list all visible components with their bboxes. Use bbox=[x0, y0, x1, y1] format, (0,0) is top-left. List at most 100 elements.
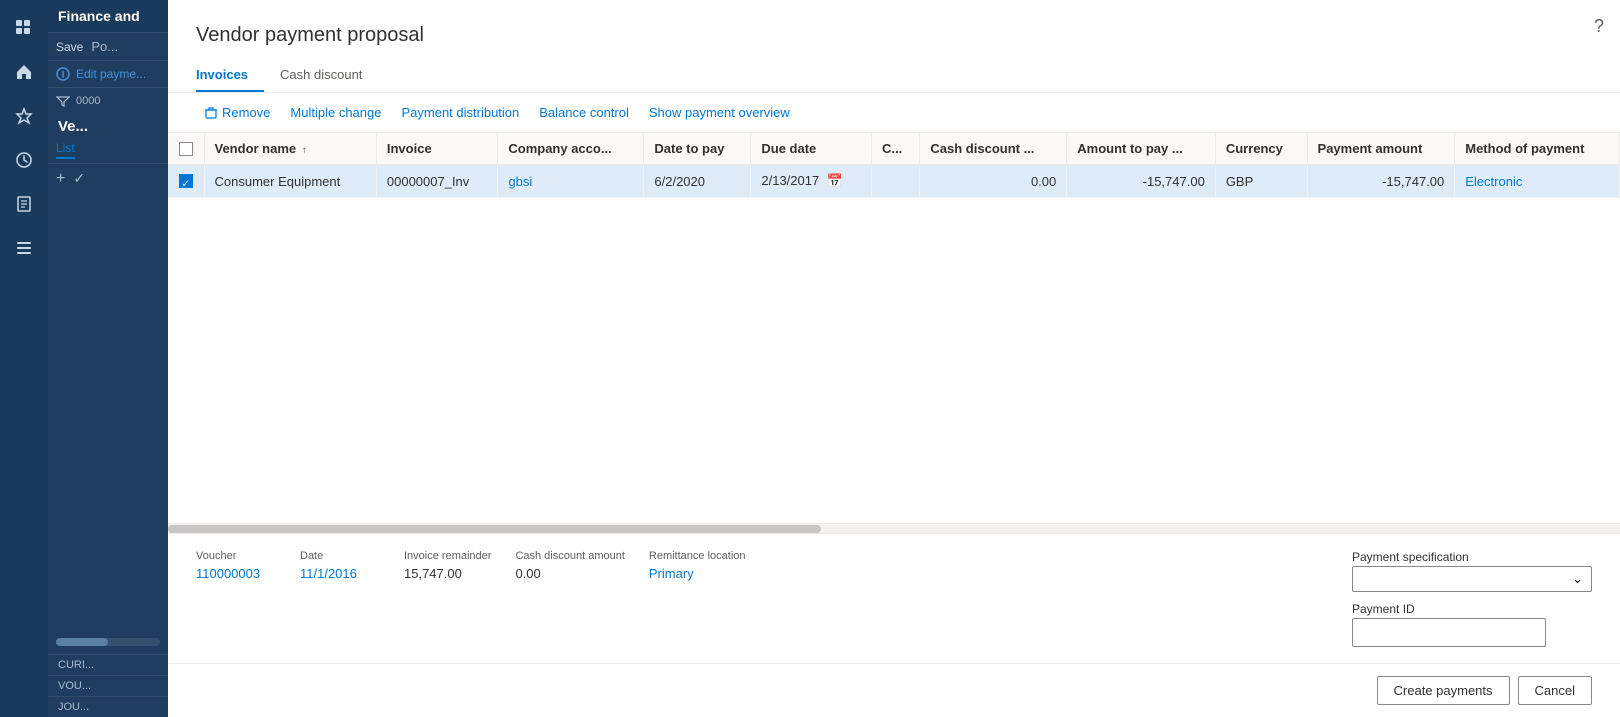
company-account-header[interactable]: Company acco... bbox=[498, 133, 644, 165]
save-btn[interactable]: Save bbox=[56, 40, 83, 54]
calendar-icon[interactable]: 📅 bbox=[827, 173, 843, 188]
payment-amount-header[interactable]: Payment amount bbox=[1307, 133, 1455, 165]
sidebar-panel: Finance and Save Po... Edit payme... 000… bbox=[48, 0, 168, 717]
payment-specification-label: Payment specification bbox=[1352, 550, 1592, 564]
remittance-location-label: Remittance location bbox=[649, 550, 746, 562]
detail-section: Voucher 110000003 Date 11/1/2016 Invoice… bbox=[168, 533, 1620, 663]
payment-specification-select[interactable]: ⌄ bbox=[1352, 566, 1592, 592]
tab-cash-discount[interactable]: Cash discount bbox=[280, 59, 378, 92]
cancel-button[interactable]: Cancel bbox=[1518, 676, 1592, 705]
list-tab[interactable]: List bbox=[56, 141, 75, 159]
payment-spec-value bbox=[1361, 572, 1365, 587]
invoice-cell: 00000007_Inv bbox=[376, 165, 497, 198]
create-payments-button[interactable]: Create payments bbox=[1377, 676, 1510, 705]
panel-title: Ve... bbox=[58, 118, 88, 135]
amount-to-pay-cell: -15,747.00 bbox=[1067, 165, 1216, 198]
invoice-header[interactable]: Invoice bbox=[376, 133, 497, 165]
c-header[interactable]: C... bbox=[871, 133, 919, 165]
panel-toolbar: Save Po... bbox=[48, 33, 168, 61]
cash-discount-cell: 0.00 bbox=[920, 165, 1067, 198]
invoices-table: Vendor name ↑ Invoice Company acco... Da… bbox=[168, 133, 1620, 198]
remittance-location-field: Remittance location Primary bbox=[649, 550, 746, 581]
modal-tabs: Invoices Cash discount bbox=[168, 59, 1620, 93]
filter-icon[interactable] bbox=[56, 94, 70, 108]
payment-id-field: Payment ID bbox=[1352, 602, 1592, 647]
cash-discount-amount-value: 0.00 bbox=[515, 566, 624, 581]
detail-row-1: Voucher 110000003 Date 11/1/2016 Invoice… bbox=[196, 550, 1592, 647]
show-payment-overview-btn[interactable]: Show payment overview bbox=[641, 101, 798, 124]
row-checkbox-cell[interactable] bbox=[168, 165, 204, 198]
vendor-name-cell: Consumer Equipment bbox=[204, 165, 376, 198]
c-cell bbox=[871, 165, 919, 198]
star-icon[interactable] bbox=[4, 96, 44, 136]
vendor-name-sort-icon: ↑ bbox=[302, 145, 307, 156]
vendor-payment-modal: ? Vendor payment proposal Invoices Cash … bbox=[168, 0, 1620, 717]
payment-amount-cell: -15,747.00 bbox=[1307, 165, 1455, 198]
company-account-cell[interactable]: gbsi bbox=[498, 165, 644, 198]
balance-control-btn[interactable]: Balance control bbox=[531, 101, 637, 124]
select-all-header[interactable] bbox=[168, 133, 204, 165]
app-title: Finance and bbox=[58, 8, 140, 24]
select-all-checkbox[interactable] bbox=[179, 142, 193, 156]
table-row[interactable]: Consumer Equipment 00000007_Inv gbsi 6/2… bbox=[168, 165, 1620, 198]
payment-id-label: Payment ID bbox=[1352, 602, 1592, 616]
invoice-remainder-label: Invoice remainder bbox=[404, 550, 491, 562]
remove-btn[interactable]: Remove bbox=[196, 101, 278, 124]
modal-footer: Create payments Cancel bbox=[168, 663, 1620, 717]
payment-distribution-btn[interactable]: Payment distribution bbox=[393, 101, 527, 124]
date-value[interactable]: 11/1/2016 bbox=[300, 566, 380, 581]
date-to-pay-header[interactable]: Date to pay bbox=[644, 133, 751, 165]
notes-icon[interactable] bbox=[4, 184, 44, 224]
currency-cell: GBP bbox=[1215, 165, 1307, 198]
sidebar-nav bbox=[0, 0, 48, 717]
cash-discount-amount-label: Cash discount amount bbox=[515, 550, 624, 562]
table-scrollbar-thumb[interactable] bbox=[168, 525, 821, 533]
table-header-row: Vendor name ↑ Invoice Company acco... Da… bbox=[168, 133, 1620, 165]
post-btn: Po... bbox=[91, 39, 118, 54]
info-icon bbox=[56, 67, 70, 81]
grid-icon[interactable] bbox=[4, 8, 44, 48]
jou-section: JOU... bbox=[48, 696, 168, 717]
home-icon[interactable] bbox=[4, 52, 44, 92]
vou-section: VOU... bbox=[48, 675, 168, 696]
payment-spec-section: Payment specification ⌄ Payment ID bbox=[1352, 550, 1592, 647]
invoice-remainder-value: 15,747.00 bbox=[404, 566, 491, 581]
voucher-label: Voucher bbox=[196, 550, 276, 562]
date-label: Date bbox=[300, 550, 380, 562]
edit-payment-btn[interactable]: Edit payme... bbox=[76, 67, 146, 81]
cur-section: CURI... bbox=[48, 654, 168, 675]
modal-actions-toolbar: Remove Multiple change Payment distribut… bbox=[168, 93, 1620, 133]
vendor-name-header[interactable]: Vendor name ↑ bbox=[204, 133, 376, 165]
confirm-btn[interactable]: ✓ bbox=[73, 170, 85, 188]
invoices-table-container: Vendor name ↑ Invoice Company acco... Da… bbox=[168, 133, 1620, 523]
id-label: 0000 bbox=[76, 95, 100, 107]
chevron-down-icon: ⌄ bbox=[1572, 571, 1583, 587]
invoice-remainder-field: Invoice remainder 15,747.00 bbox=[404, 550, 491, 581]
currency-header[interactable]: Currency bbox=[1215, 133, 1307, 165]
help-icon[interactable]: ? bbox=[1594, 16, 1604, 37]
voucher-value[interactable]: 110000003 bbox=[196, 566, 276, 581]
method-of-payment-header[interactable]: Method of payment bbox=[1455, 133, 1620, 165]
row-checkbox[interactable] bbox=[179, 174, 193, 188]
list-icon[interactable] bbox=[4, 228, 44, 268]
method-of-payment-cell[interactable]: Electronic bbox=[1455, 165, 1620, 198]
due-date-cell: 2/13/2017 📅 bbox=[751, 165, 872, 198]
clock-icon[interactable] bbox=[4, 140, 44, 180]
modal-title: Vendor payment proposal bbox=[168, 0, 1620, 59]
remittance-location-value[interactable]: Primary bbox=[649, 566, 746, 581]
due-date-header[interactable]: Due date bbox=[751, 133, 872, 165]
add-item-btn[interactable]: + bbox=[56, 170, 65, 188]
payment-specification-field: Payment specification ⌄ bbox=[1352, 550, 1592, 592]
date-field: Date 11/1/2016 bbox=[300, 550, 380, 581]
cash-discount-amount-field: Cash discount amount 0.00 bbox=[515, 550, 624, 581]
modal-overlay: ? Vendor payment proposal Invoices Cash … bbox=[168, 0, 1620, 717]
cash-discount-header[interactable]: Cash discount ... bbox=[920, 133, 1067, 165]
date-to-pay-cell: 6/2/2020 bbox=[644, 165, 751, 198]
amount-to-pay-header[interactable]: Amount to pay ... bbox=[1067, 133, 1216, 165]
payment-id-input[interactable] bbox=[1352, 618, 1546, 647]
multiple-change-btn[interactable]: Multiple change bbox=[282, 101, 389, 124]
table-horizontal-scrollbar[interactable] bbox=[168, 523, 1620, 533]
tab-invoices[interactable]: Invoices bbox=[196, 59, 264, 92]
voucher-field: Voucher 110000003 bbox=[196, 550, 276, 581]
remove-icon bbox=[204, 106, 218, 120]
